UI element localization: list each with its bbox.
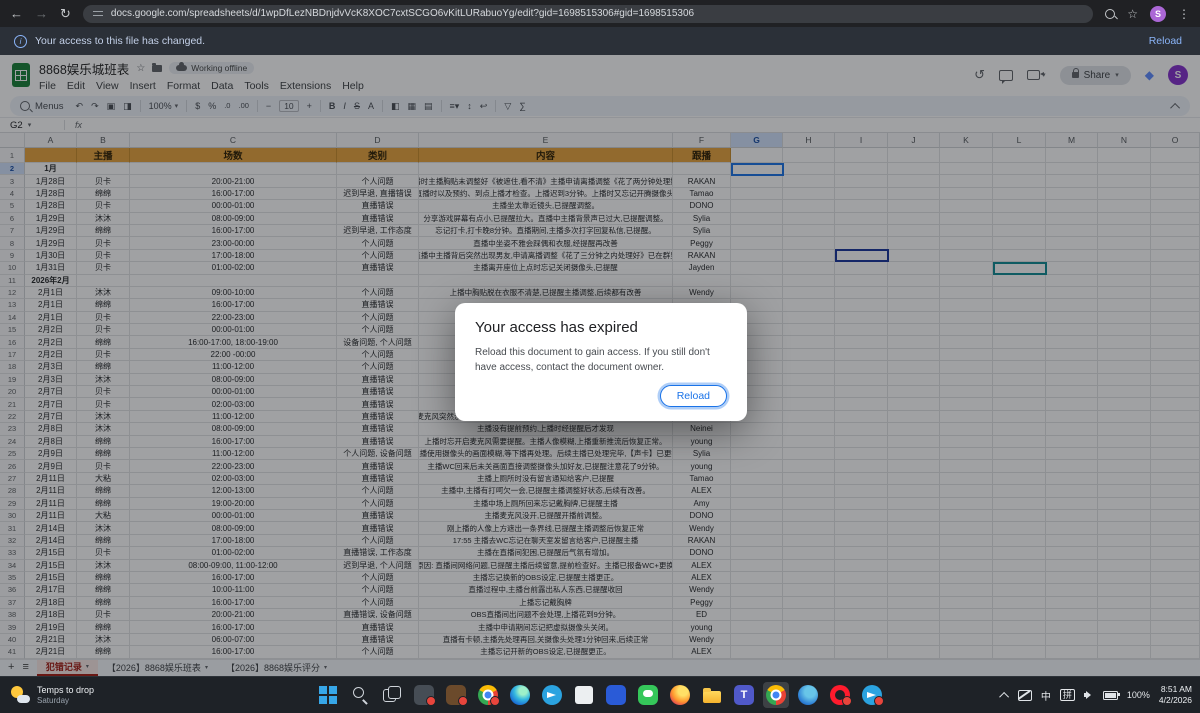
- browser-avatar[interactable]: S: [1150, 6, 1166, 22]
- reload-page-button[interactable]: ↻: [60, 7, 71, 20]
- taskbar: Temps to drop Saturday 中 拼 100% 8:51 AM …: [0, 676, 1200, 713]
- taskbar-icon-start[interactable]: [315, 682, 341, 708]
- volume-muted-icon[interactable]: [1084, 691, 1094, 699]
- taskbar-icon-app-brown[interactable]: [443, 682, 469, 708]
- taskbar-icon-task-view[interactable]: [379, 682, 405, 708]
- taskbar-icon-file-explorer[interactable]: [699, 682, 725, 708]
- taskbar-icon-chrome[interactable]: [475, 682, 501, 708]
- dialog-reload-button[interactable]: Reload: [660, 385, 727, 407]
- clock-date: 4/2/2026: [1159, 695, 1192, 706]
- forward-button[interactable]: →: [35, 7, 48, 20]
- info-icon: i: [14, 35, 27, 48]
- battery-icon[interactable]: [1103, 691, 1118, 700]
- clock-time: 8:51 AM: [1161, 684, 1192, 695]
- dialog-title: Your access has expired: [475, 319, 727, 336]
- url-text: docs.google.com/spreadsheets/d/1wpDfLezN…: [111, 8, 694, 19]
- back-button[interactable]: ←: [10, 7, 23, 20]
- weather-headline: Temps to drop: [37, 685, 94, 696]
- weather-subline: Saturday: [37, 696, 94, 706]
- battery-percent: 100%: [1127, 690, 1150, 700]
- taskbar-icons: [315, 682, 885, 708]
- tray-expand-icon[interactable]: [999, 691, 1009, 701]
- weather-widget[interactable]: Temps to drop Saturday: [10, 685, 94, 705]
- browser-toolbar: ← → ↻ docs.google.com/spreadsheets/d/1wp…: [0, 0, 1200, 27]
- notification-text: Your access to this file has changed.: [35, 35, 1141, 47]
- notification-badge: [458, 696, 468, 706]
- taskbar-icon-word[interactable]: [603, 682, 629, 708]
- display-icon[interactable]: [1018, 690, 1032, 701]
- browser-menu-icon[interactable]: ⋮: [1178, 7, 1190, 21]
- ime-language[interactable]: 中: [1041, 688, 1051, 703]
- taskbar-icon-app-dark[interactable]: [411, 682, 437, 708]
- notification-badge: [842, 696, 852, 706]
- taskbar-icon-firefox[interactable]: [667, 682, 693, 708]
- notification-badge: [426, 696, 436, 706]
- taskbar-icon-chrome-active[interactable]: [763, 682, 789, 708]
- zoom-icon[interactable]: [1105, 9, 1115, 19]
- address-bar[interactable]: docs.google.com/spreadsheets/d/1wpDfLezN…: [83, 5, 1093, 23]
- screen: ← → ↻ docs.google.com/spreadsheets/d/1wp…: [0, 0, 1200, 713]
- dialog-body: Reload this document to gain access. If …: [475, 345, 727, 375]
- site-settings-icon[interactable]: [93, 9, 103, 18]
- taskbar-icon-notepad[interactable]: [571, 682, 597, 708]
- notification-reload-link[interactable]: Reload: [1149, 35, 1186, 47]
- clock[interactable]: 8:51 AM 4/2/2026: [1159, 684, 1192, 706]
- notification-badge: [874, 696, 884, 706]
- bookmark-star-icon[interactable]: ☆: [1127, 7, 1138, 21]
- taskbar-icon-wechat[interactable]: [635, 682, 661, 708]
- taskbar-icon-telegram-2[interactable]: [859, 682, 885, 708]
- taskbar-icon-teams[interactable]: [731, 682, 757, 708]
- access-expired-dialog: Your access has expired Reload this docu…: [455, 303, 747, 421]
- notification-badge: [490, 696, 500, 706]
- weather-icon: [10, 685, 30, 705]
- taskbar-icon-opera[interactable]: [827, 682, 853, 708]
- notification-bar: i Your access to this file has changed. …: [0, 27, 1200, 55]
- taskbar-icon-telegram[interactable]: [539, 682, 565, 708]
- system-tray: 中 拼 100% 8:51 AM 4/2/2026: [1002, 684, 1192, 706]
- ime-mode[interactable]: 拼: [1060, 689, 1075, 702]
- taskbar-icon-edge-dev[interactable]: [795, 682, 821, 708]
- taskbar-icon-search[interactable]: [347, 682, 373, 708]
- page-content: 8868娱乐城班表 ☆ Working offline FileEditView…: [0, 55, 1200, 676]
- taskbar-icon-edge[interactable]: [507, 682, 533, 708]
